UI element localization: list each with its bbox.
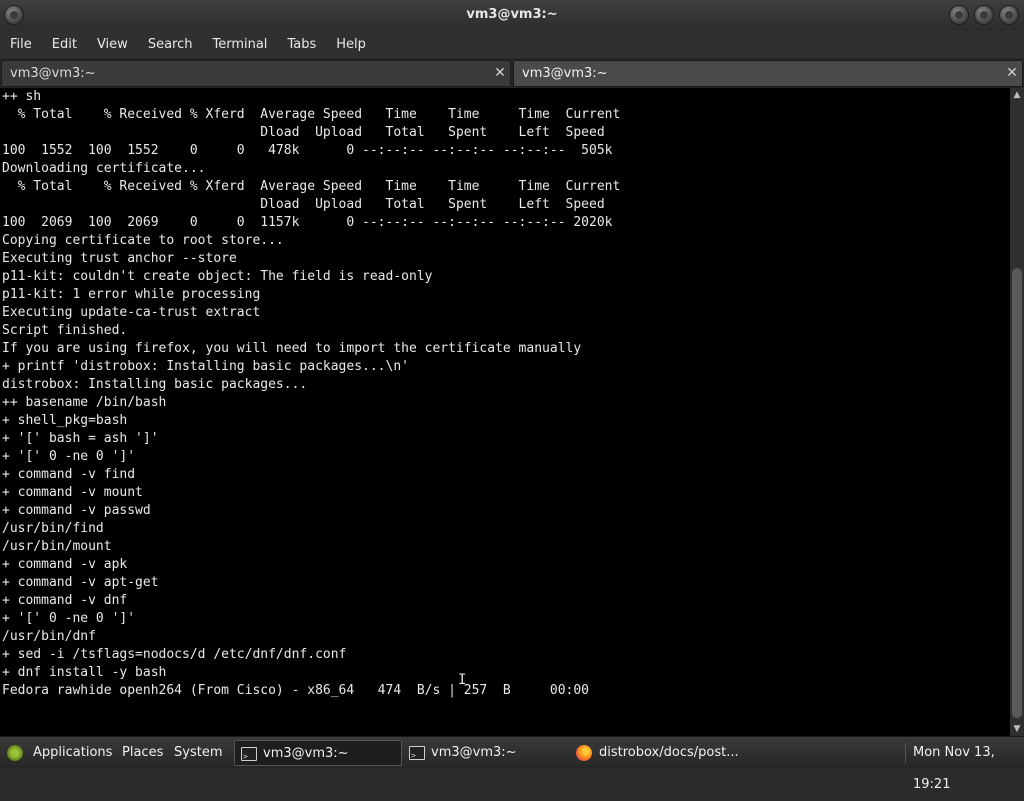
applications-icon[interactable]	[7, 745, 23, 761]
terminal-view[interactable]: ++ sh % Total % Received % Xferd Average…	[0, 88, 1010, 736]
tab-1-close-icon[interactable]: ✕	[493, 61, 507, 86]
taskbar-item-label: distrobox/docs/post...	[599, 745, 739, 760]
terminal-line: p11-kit: couldn't create object: The fie…	[2, 269, 433, 284]
close-window-button[interactable]	[999, 5, 1019, 25]
firefox-icon	[576, 745, 592, 761]
menu-help[interactable]: Help	[326, 31, 376, 58]
terminal-line: If you are using firefox, you will need …	[2, 341, 582, 356]
text-cursor-icon: I	[458, 672, 467, 688]
panel-separator	[905, 743, 906, 763]
terminal-line: ++ basename /bin/bash	[2, 395, 167, 410]
terminal-line: Fedora rawhide openh264 (From Cisco) - x…	[2, 683, 589, 698]
taskbar-item-label: vm3@vm3:~	[263, 746, 349, 761]
terminal-line: % Total % Received % Xferd Average Speed…	[2, 107, 621, 122]
terminal-line: Copying certificate to root store...	[2, 233, 284, 248]
terminal-line: /usr/bin/mount	[2, 539, 112, 554]
menu-file[interactable]: File	[0, 31, 42, 58]
window-titlebar[interactable]: vm3@vm3:~	[0, 0, 1024, 31]
terminal-line: + dnf install -y bash	[2, 665, 167, 680]
terminal-line: 100 2069 100 2069 0 0 1157k 0 --:--:-- -…	[2, 215, 613, 230]
terminal-line: + command -v apk	[2, 557, 128, 572]
terminal-line: Dload Upload Total Spent Left Speed	[2, 197, 605, 212]
terminal-line: % Total % Received % Xferd Average Speed…	[2, 179, 621, 194]
terminal-line: + '[' 0 -ne 0 ']'	[2, 449, 136, 464]
clock[interactable]: Mon Nov 13, 19:21	[913, 737, 1024, 792]
terminal-line: + command -v passwd	[2, 503, 151, 518]
bottom-panel: Applications Places System vm3@vm3:~ vm3…	[0, 736, 1024, 792]
terminal-line: 100 1552 100 1552 0 0 478k 0 --:--:-- --…	[2, 143, 613, 158]
terminal-line: + command -v dnf	[2, 593, 128, 608]
terminal-line: + shell_pkg=bash	[2, 413, 128, 428]
terminal-line: Dload Upload Total Spent Left Speed	[2, 125, 605, 140]
terminal-line: Executing update-ca-trust extract	[2, 305, 261, 320]
terminal-output: ++ sh % Total % Received % Xferd Average…	[2, 88, 620, 700]
terminal-line: + sed -i /tsflags=nodocs/d /etc/dnf/dnf.…	[2, 647, 347, 662]
terminal-line: p11-kit: 1 error while processing	[2, 287, 261, 302]
tab-2[interactable]: vm3@vm3:~ ✕	[513, 60, 1023, 87]
tab-2-label: vm3@vm3:~	[522, 66, 608, 81]
taskbar-item-terminal-2[interactable]: vm3@vm3:~	[403, 740, 568, 769]
terminal-scrollbar[interactable]: ▲ ▼	[1010, 88, 1024, 736]
terminal-line: + command -v find	[2, 467, 136, 482]
terminal-line: Downloading certificate...	[2, 161, 206, 176]
scroll-down-icon[interactable]: ▼	[1010, 722, 1024, 736]
menu-view[interactable]: View	[87, 31, 138, 58]
terminal-line: + command -v mount	[2, 485, 143, 500]
tab-2-close-icon[interactable]: ✕	[1005, 61, 1019, 86]
terminal-line: + '[' bash = ash ']'	[2, 431, 159, 446]
menu-edit[interactable]: Edit	[42, 31, 87, 58]
terminal-line: distrobox: Installing basic packages...	[2, 377, 308, 392]
tab-1[interactable]: vm3@vm3:~ ✕	[1, 60, 511, 87]
taskbar-item-firefox[interactable]: distrobox/docs/post...	[574, 740, 799, 766]
menu-terminal[interactable]: Terminal	[202, 31, 277, 58]
tab-1-label: vm3@vm3:~	[10, 66, 96, 81]
terminal-line: + command -v apt-get	[2, 575, 159, 590]
menu-bar: File Edit View Search Terminal Tabs Help	[0, 31, 1024, 58]
tab-bar: vm3@vm3:~ ✕ vm3@vm3:~ ✕	[0, 58, 1024, 88]
scroll-up-icon[interactable]: ▲	[1010, 88, 1024, 102]
terminal-icon	[409, 743, 425, 769]
terminal-line: ++ sh	[2, 89, 42, 104]
menu-tabs[interactable]: Tabs	[277, 31, 326, 58]
taskbar-item-label: vm3@vm3:~	[431, 745, 517, 760]
minimize-button[interactable]	[949, 5, 969, 25]
scrollbar-thumb[interactable]	[1012, 268, 1022, 718]
terminal-line: + printf 'distrobox: Installing basic pa…	[2, 359, 409, 374]
terminal-line: /usr/bin/find	[2, 521, 104, 536]
terminal-line: Executing trust anchor --store	[2, 251, 237, 266]
terminal-line: + '[' 0 -ne 0 ']'	[2, 611, 136, 626]
terminal-line: Script finished.	[2, 323, 128, 338]
window-title: vm3@vm3:~	[466, 7, 558, 22]
applications-menu[interactable]: Applications	[33, 737, 112, 769]
places-menu[interactable]: Places	[122, 737, 163, 769]
maximize-button[interactable]	[974, 5, 994, 25]
terminal-line: /usr/bin/dnf	[2, 629, 96, 644]
terminal-icon	[241, 744, 257, 770]
system-menu[interactable]: System	[174, 737, 222, 769]
menu-search[interactable]: Search	[138, 31, 203, 58]
taskbar-item-terminal-1[interactable]: vm3@vm3:~	[234, 740, 402, 770]
